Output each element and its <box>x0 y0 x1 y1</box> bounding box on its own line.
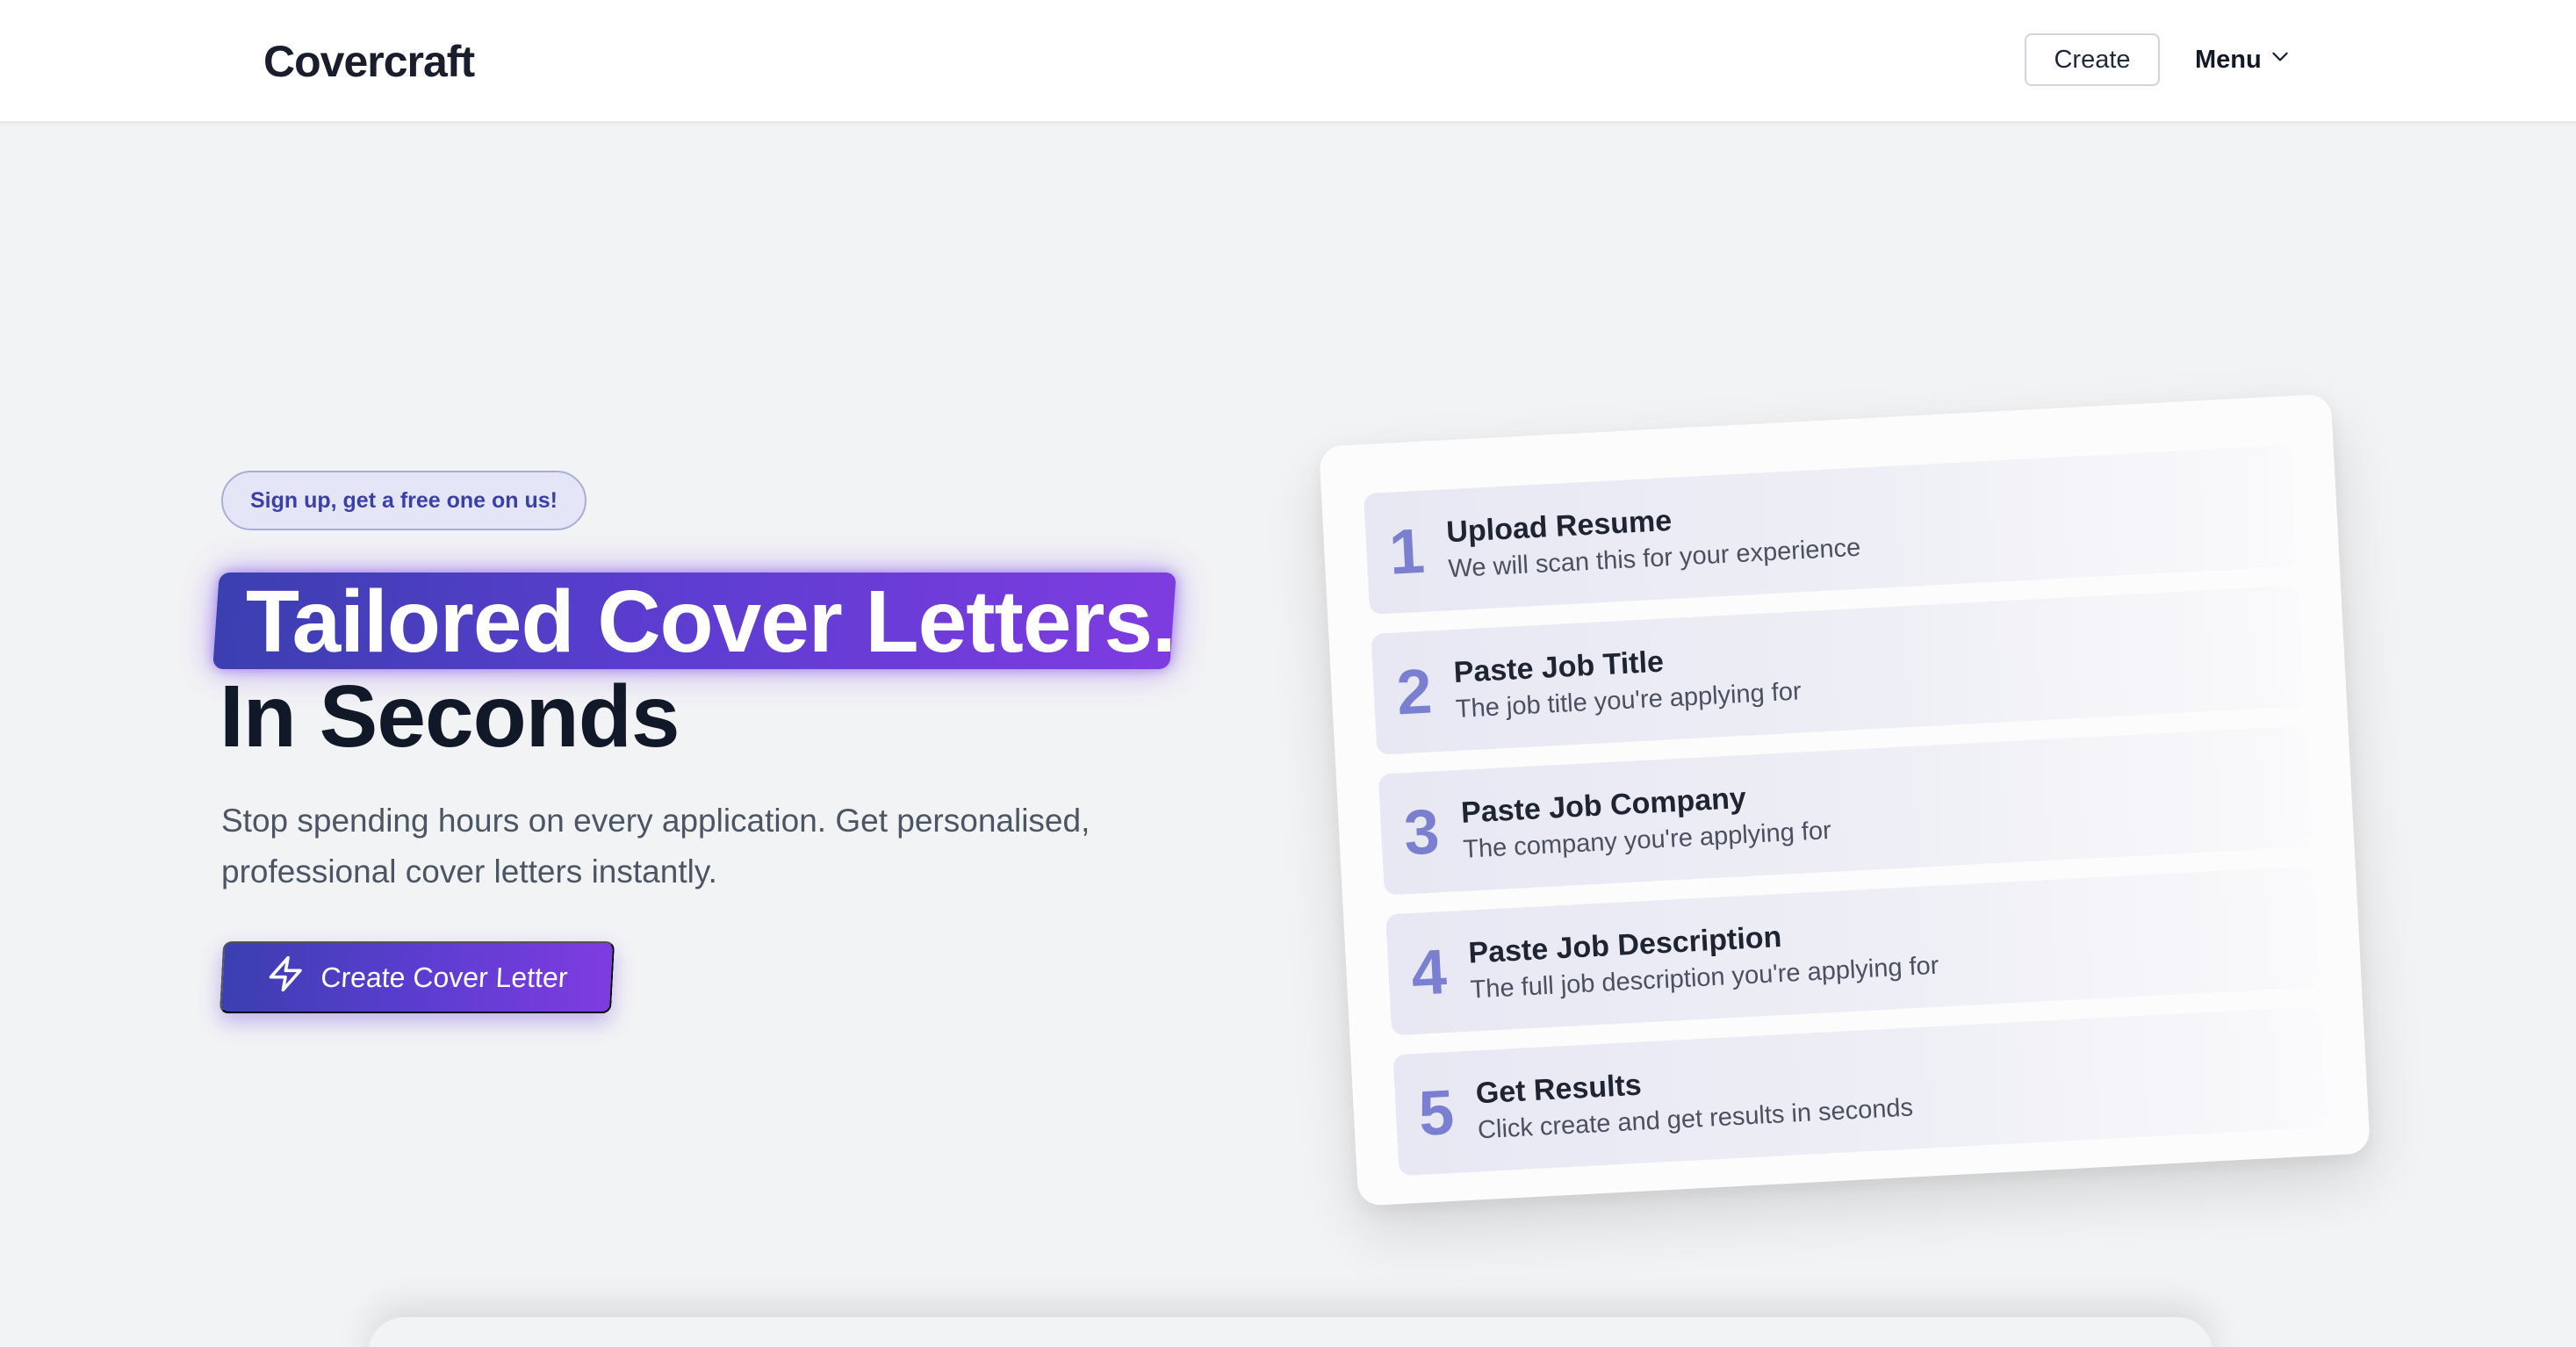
steps-card: 1 Upload Resume We will scan this for yo… <box>1319 393 2371 1207</box>
step-number: 3 <box>1402 796 1442 869</box>
step-item: 2 Paste Job Title The job title you're a… <box>1371 585 2306 755</box>
cta-label: Create Cover Letter <box>320 961 569 993</box>
chevron-down-icon <box>2269 45 2292 75</box>
top-navbar: Covercraft Create Menu <box>0 0 2576 123</box>
step-number: 4 <box>1409 937 1449 1010</box>
landing-page: Covercraft Create Menu Sign up, get a fr… <box>0 0 2576 1347</box>
step-number: 5 <box>1416 1077 1457 1149</box>
step-number: 2 <box>1394 656 1434 729</box>
logo[interactable]: Covercraft <box>263 33 475 90</box>
hero-subtitle: Stop spending hours on every application… <box>221 803 1090 890</box>
menu-button[interactable]: Menu <box>2195 35 2292 84</box>
create-cover-letter-button[interactable]: Create Cover Letter <box>219 941 615 1013</box>
step-number: 1 <box>1387 515 1427 588</box>
menu-label: Menu <box>2195 45 2262 74</box>
step-item: 3 Paste Job Company The company you're a… <box>1378 725 2313 896</box>
headline-secondary-text: In Seconds <box>219 667 680 766</box>
headline-highlighted-text: Tailored Cover Letters. <box>246 573 1176 671</box>
next-section-edge <box>369 1317 2213 1347</box>
step-item: 1 Upload Resume We will scan this for yo… <box>1363 444 2298 616</box>
lightning-bolt-icon <box>265 954 306 1000</box>
step-item: 4 Paste Job Description The full job des… <box>1385 866 2320 1036</box>
create-button[interactable]: Create <box>2025 33 2160 86</box>
signup-promo-badge[interactable]: Sign up, get a free one on us! <box>221 471 586 530</box>
step-item: 5 Get Results Click create and get resul… <box>1392 1005 2328 1177</box>
